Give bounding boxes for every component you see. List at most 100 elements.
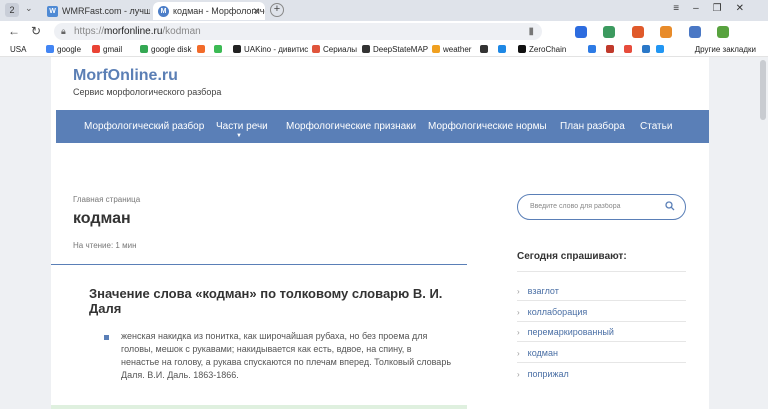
menu-item-morph-norms[interactable]: Морфологические нормы xyxy=(428,110,547,143)
bookmark-item[interactable]: Сериалы xyxy=(312,44,357,55)
search-input[interactable] xyxy=(530,199,660,214)
site-logo[interactable]: MorfOnline.ru xyxy=(73,67,178,85)
chevron-down-icon: ▼ xyxy=(236,133,242,139)
breadcrumb[interactable]: Главная страница xyxy=(73,195,140,204)
morfonline-favicon-icon: M xyxy=(158,6,169,17)
chevron-right-icon: › xyxy=(517,349,520,358)
bookmark-item[interactable] xyxy=(498,44,509,55)
zerochain-icon xyxy=(518,45,526,53)
tab-title: кодман - Морфологическ xyxy=(173,6,265,16)
bookmark-item[interactable] xyxy=(656,44,667,55)
sidebar-word-link[interactable]: › взаглот xyxy=(517,286,559,296)
tab-morfonline[interactable]: M кодман - Морфологическ ✕ xyxy=(153,2,265,20)
google-drive-icon xyxy=(140,45,148,53)
extension-icon[interactable] xyxy=(575,26,587,38)
chevron-right-icon: › xyxy=(517,370,520,379)
word-search-box xyxy=(517,194,686,220)
bookmark-favicon-icon xyxy=(588,45,596,53)
tab-title: WMRFast.com - лучшее м xyxy=(62,6,150,16)
sidebar-divider xyxy=(517,341,686,342)
close-window-icon[interactable]: ✕ xyxy=(736,3,758,14)
url-host: morfonline.ru xyxy=(104,26,163,37)
bookmark-item[interactable] xyxy=(214,44,225,55)
lock-icon: 🔒︎ xyxy=(61,26,66,36)
bookmark-favicon-icon xyxy=(606,45,614,53)
sidebar-divider xyxy=(517,300,686,301)
extension-icon[interactable] xyxy=(717,26,730,38)
deepstate-icon xyxy=(362,45,370,53)
menu-item-morph-analysis[interactable]: Морфологический разбор xyxy=(84,110,204,143)
tab-list-chevron-icon[interactable]: ⌄ xyxy=(25,3,33,14)
bookmark-item[interactable] xyxy=(197,44,208,55)
bookmark-item[interactable] xyxy=(606,44,617,55)
address-bar: ← ↻ 🔒︎ https://morfonline.ru/kodman ▮ xyxy=(0,21,768,56)
url-field[interactable]: 🔒︎ https://morfonline.ru/kodman ▮ xyxy=(54,23,542,40)
tab-wmrfast[interactable]: W WMRFast.com - лучшее м xyxy=(42,2,150,20)
main-menu: Морфологический разбор Части речи ▼ Морф… xyxy=(56,110,709,143)
title-divider xyxy=(51,264,467,265)
menu-item-morph-features[interactable]: Морфологические признаки xyxy=(286,110,416,143)
bookmark-item[interactable] xyxy=(642,44,653,55)
bookmark-item[interactable]: USA xyxy=(10,44,26,55)
definition-text: женская накидка из понитка, как широчайш… xyxy=(121,331,452,380)
extension-icon[interactable] xyxy=(688,26,701,38)
sidebar-divider xyxy=(517,271,686,272)
bookmark-item[interactable]: google xyxy=(46,44,81,55)
extension-icon[interactable] xyxy=(603,26,616,38)
sidebar-divider xyxy=(517,362,686,363)
menu-item-articles[interactable]: Статьи xyxy=(640,110,672,143)
bookmark-item[interactable]: ZeroChain xyxy=(518,44,566,55)
bookmark-item[interactable] xyxy=(624,44,635,55)
browser-tab-bar: 2 ⌄ W WMRFast.com - лучшее м M кодман - … xyxy=(0,0,768,21)
menu-item-parts-of-speech[interactable]: Части речи ▼ xyxy=(216,110,268,143)
page-scrollbar[interactable] xyxy=(760,60,766,120)
page-title: кодман xyxy=(73,210,131,227)
tab-count-badge[interactable]: 2 xyxy=(5,3,19,17)
restore-icon[interactable]: ❐ xyxy=(713,3,736,14)
other-bookmarks[interactable]: Другие закладки xyxy=(695,44,756,55)
extension-icon[interactable] xyxy=(631,26,644,38)
gmail-icon xyxy=(92,45,100,53)
bookmark-item[interactable] xyxy=(588,44,599,55)
site-tagline: Сервис морфологического разбора xyxy=(73,87,222,97)
bookmark-item[interactable]: weather xyxy=(432,44,471,55)
next-section-strip xyxy=(51,405,467,409)
url-path: /kodman xyxy=(162,26,201,37)
wmrfast-favicon-icon: W xyxy=(47,6,58,17)
minimize-icon[interactable]: – xyxy=(693,3,713,14)
bookmark-favicon-icon xyxy=(624,45,632,53)
series-icon xyxy=(312,45,320,53)
bookmark-item[interactable] xyxy=(480,44,491,55)
extension-icon[interactable] xyxy=(660,26,673,38)
sidebar-word-link[interactable]: › коллаборация xyxy=(517,307,587,317)
bookmark-item[interactable]: DeepStateMAP xyxy=(362,44,428,55)
bookmark-favicon-icon xyxy=(498,45,506,53)
bookmark-favicon-icon xyxy=(214,45,222,53)
vk-icon xyxy=(642,45,650,53)
new-tab-button[interactable]: + xyxy=(270,3,284,17)
search-icon[interactable] xyxy=(665,201,675,211)
article-heading: Значение слова «кодман» по толковому сло… xyxy=(89,286,443,316)
menu-item-analysis-plan[interactable]: План разбора xyxy=(560,110,625,143)
back-arrow-icon[interactable]: ← xyxy=(8,24,20,38)
tab-close-icon[interactable]: ✕ xyxy=(252,2,260,20)
sidebar-word-link[interactable]: › кодман xyxy=(517,348,558,358)
weather-icon xyxy=(432,45,440,53)
sidebar-word-link[interactable]: › перемаркированный xyxy=(517,327,614,337)
reload-icon[interactable]: ↻ xyxy=(31,24,41,38)
bookmark-item[interactable]: UAKino - дивитис xyxy=(233,44,308,55)
chevron-right-icon: › xyxy=(517,287,520,296)
chevron-right-icon: › xyxy=(517,308,520,317)
sidebar-heading: Сегодня спрашивают: xyxy=(517,251,627,262)
bookmark-favicon-icon xyxy=(197,45,205,53)
bookmark-item[interactable]: google disk xyxy=(140,44,191,55)
url-protocol: https:// xyxy=(74,26,105,37)
bookmark-favicon-icon xyxy=(656,45,664,53)
bookmark-favicon-icon xyxy=(480,45,488,53)
bullet-square-icon xyxy=(104,335,109,340)
bookmarks-bar: USA google gmail google disk UAKino - ди… xyxy=(0,42,768,57)
bookmark-page-icon[interactable]: ▮ xyxy=(528,23,534,40)
sidebar-word-link[interactable]: › поприжал xyxy=(517,369,569,379)
bookmark-item[interactable]: gmail xyxy=(92,44,122,55)
menu-icon[interactable]: ≡ xyxy=(673,3,693,14)
